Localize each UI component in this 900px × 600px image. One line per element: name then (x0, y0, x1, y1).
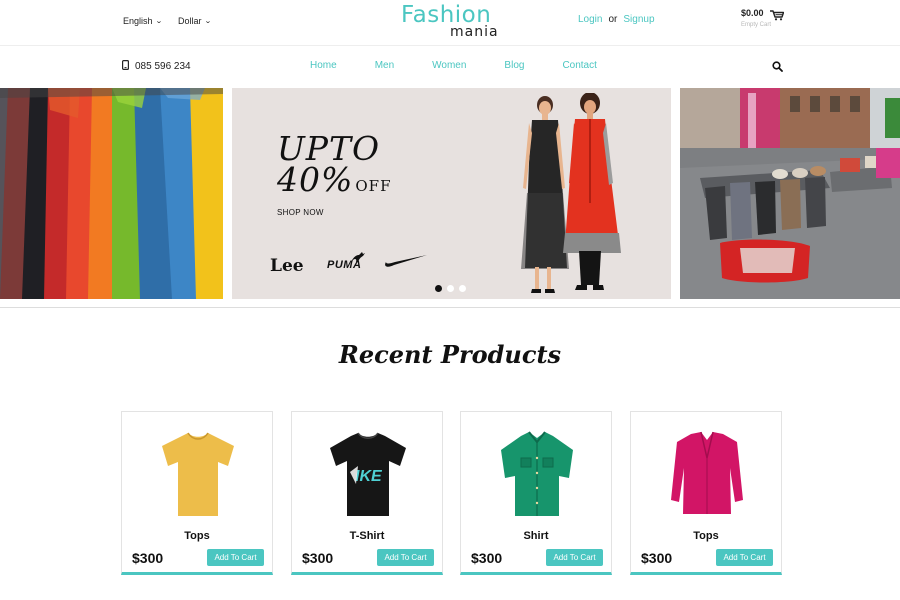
section-divider (0, 307, 900, 308)
promo-line-2: 40% OFF (277, 163, 392, 202)
lee-logo: Lee (270, 256, 304, 276)
nav-link-men[interactable]: Men (375, 60, 394, 71)
product-image (162, 432, 234, 516)
hoodies-rack-image (0, 88, 223, 299)
product-price: $300 (132, 550, 164, 566)
cart-icon[interactable] (770, 8, 785, 26)
product-image: IKE (330, 432, 406, 516)
add-to-cart-button[interactable]: Add To Cart (716, 549, 773, 566)
shop-now-link[interactable]: SHOP NOW (277, 208, 324, 217)
product-card[interactable]: Tops $300 Add To Cart (630, 411, 782, 575)
street-market-image (680, 88, 900, 299)
product-image (671, 431, 743, 514)
phone-contact: 085 596 234 (122, 60, 191, 73)
promo-percent: 40% (277, 160, 354, 199)
product-name: T-Shirt (349, 530, 385, 542)
promo-headline: UPTO 40% OFF (277, 132, 392, 202)
nav-link-home[interactable]: Home (310, 60, 337, 71)
nav-link-women[interactable]: Women (432, 60, 466, 71)
add-to-cart-button[interactable]: Add To Cart (377, 549, 434, 566)
cart-widget[interactable]: $0.00 Empty Cart (740, 7, 790, 35)
main-nav: Home Men Women Blog Contact (310, 60, 597, 71)
product-name: Shirt (523, 530, 549, 542)
product-image (501, 431, 573, 516)
auth-links: Login or Signup (578, 14, 655, 25)
hero-banner: UPTO 40% OFF SHOP NOW Lee PUMA (0, 88, 900, 299)
puma-cat-icon (350, 250, 366, 268)
cart-total: $0.00 (741, 8, 764, 18)
product-price: $300 (302, 550, 334, 566)
slider-dot-1[interactable] (435, 285, 442, 292)
nav-link-contact[interactable]: Contact (562, 60, 596, 71)
product-card[interactable]: Shirt $300 Add To Cart (460, 411, 612, 575)
chevron-down-icon: ⌄ (203, 18, 212, 25)
promo-off: OFF (355, 177, 392, 195)
product-name: Tops (184, 530, 210, 542)
currency-dropdown[interactable]: Dollar ⌄ (178, 16, 212, 26)
nav-bar: 085 596 234 Home Men Women Blog Contact (0, 46, 900, 86)
svg-text:IKE: IKE (355, 468, 383, 485)
product-name: Tops (693, 530, 719, 542)
chevron-down-icon: ⌄ (154, 18, 163, 25)
login-link[interactable]: Login (578, 14, 602, 25)
slider-dot-2[interactable] (447, 285, 454, 292)
phone-number: 085 596 234 (135, 61, 191, 72)
signup-link[interactable]: Signup (623, 14, 654, 25)
top-bar: English ⌄ Dollar ⌄ Fashion mania Login o… (0, 0, 900, 46)
promo-slide[interactable]: UPTO 40% OFF SHOP NOW Lee PUMA (232, 88, 671, 299)
currency-label: Dollar (178, 16, 202, 26)
product-price: $300 (471, 550, 503, 566)
search-icon[interactable] (772, 59, 783, 77)
logo-sub-text: mania (450, 24, 499, 40)
slider-dots (435, 285, 466, 292)
cart-status: Empty Cart (741, 22, 772, 28)
product-price: $300 (641, 550, 673, 566)
language-dropdown[interactable]: English ⌄ (123, 16, 163, 26)
site-logo[interactable]: Fashion mania (398, 2, 508, 42)
slider-dot-3[interactable] (459, 285, 466, 292)
or-text: or (608, 14, 618, 25)
nav-link-blog[interactable]: Blog (504, 60, 524, 71)
product-card[interactable]: Tops $300 Add To Cart (121, 411, 273, 575)
phone-icon (122, 60, 130, 73)
add-to-cart-button[interactable]: Add To Cart (207, 549, 264, 566)
nike-logo (384, 254, 428, 273)
models-image (517, 92, 627, 299)
recent-products-title: Recent Products (338, 340, 562, 369)
product-card[interactable]: IKE T-Shirt $300 Add To Cart (291, 411, 443, 575)
language-label: English (123, 16, 153, 26)
add-to-cart-button[interactable]: Add To Cart (546, 549, 603, 566)
